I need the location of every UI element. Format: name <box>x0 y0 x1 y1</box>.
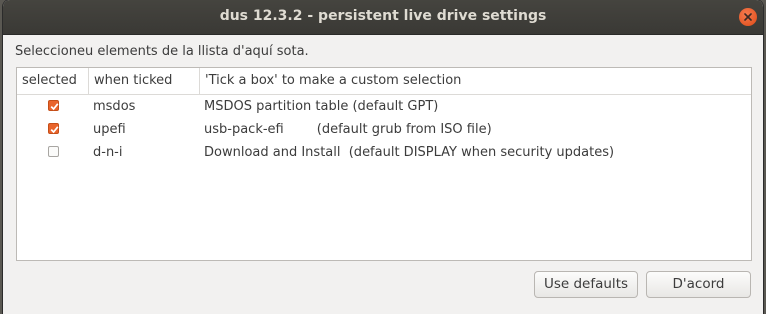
option-description: MSDOS partition table (default GPT) <box>204 99 439 114</box>
list-item[interactable]: upefi usb-pack-efi (default grub from IS… <box>17 118 751 141</box>
list-item[interactable]: msdos MSDOS partition table (default GPT… <box>17 95 751 118</box>
option-name: d-n-i <box>93 145 123 160</box>
title-bar[interactable]: dus 12.3.2 - persistent live drive setti… <box>3 0 763 35</box>
option-description: Download and Install (default DISPLAY wh… <box>204 145 615 160</box>
column-header-selected[interactable]: selected <box>17 68 89 94</box>
dialog-window: dus 12.3.2 - persistent live drive setti… <box>3 0 763 314</box>
option-list[interactable]: selected when ticked 'Tick a box' to mak… <box>16 67 752 261</box>
close-button[interactable] <box>739 8 757 26</box>
option-description: usb-pack-efi (default grub from ISO file… <box>204 122 492 137</box>
column-header-when-ticked[interactable]: when ticked <box>89 68 200 94</box>
selected-checkbox[interactable] <box>48 100 59 111</box>
window-title: dus 12.3.2 - persistent live drive setti… <box>219 8 547 24</box>
column-header-description[interactable]: 'Tick a box' to make a custom selection <box>200 68 751 94</box>
option-name: msdos <box>93 99 136 114</box>
ok-button[interactable]: D'acord <box>646 271 751 298</box>
list-header: selected when ticked 'Tick a box' to mak… <box>17 68 751 95</box>
use-defaults-button[interactable]: Use defaults <box>534 271 638 298</box>
selected-checkbox[interactable] <box>48 123 59 134</box>
selected-checkbox[interactable] <box>48 146 59 157</box>
list-item[interactable]: d-n-i Download and Install (default DISP… <box>17 141 751 164</box>
checkmark-icon <box>50 126 59 134</box>
close-icon <box>744 13 752 21</box>
instruction-label: Seleccioneu elements de la llista d'aquí… <box>15 44 309 59</box>
checkmark-icon <box>50 103 59 111</box>
option-name: upefi <box>93 122 126 137</box>
